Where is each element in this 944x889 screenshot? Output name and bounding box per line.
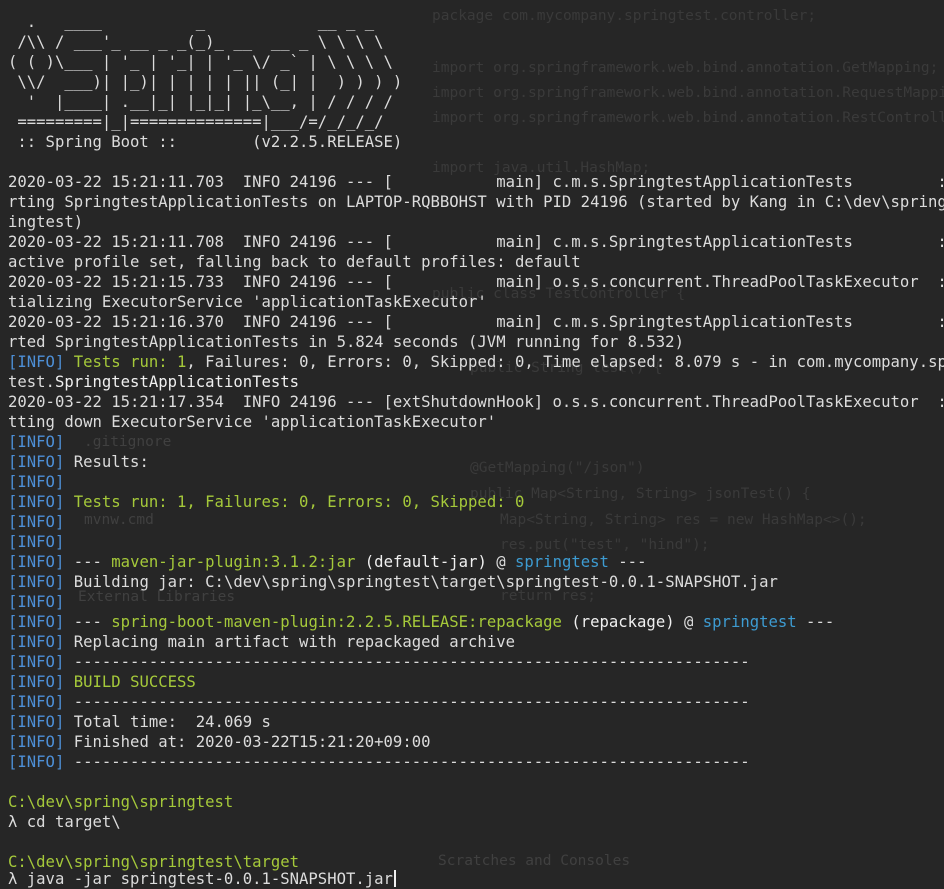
build-success: BUILD SUCCESS: [73, 673, 196, 691]
info-tag: [INFO]: [8, 653, 65, 671]
maven-line: [INFO]: [8, 432, 64, 452]
terminal-output[interactable]: . ____ _ __ _ _ /\\ / ___'_ __ _ _(_)_ _…: [0, 0, 944, 889]
at-sign: @: [674, 613, 703, 631]
dashes: ---: [608, 553, 647, 571]
info-tag: [INFO]: [8, 493, 65, 511]
info-tag: [INFO]: [8, 733, 65, 751]
tests-run-label: Tests run:: [73, 353, 178, 371]
maven-line: [INFO] Building jar: C:\dev\spring\sprin…: [8, 572, 778, 592]
plugin-goal: (default-jar): [355, 553, 487, 571]
maven-line: [INFO] Replacing main artifact with repa…: [8, 632, 515, 652]
tests-package: test.: [8, 373, 55, 391]
at-sign: @: [486, 553, 516, 571]
info-tag: [INFO]: [8, 593, 65, 611]
command-input[interactable]: λ java -jar springtest-0.0.1-SNAPSHOT.ja…: [8, 870, 393, 888]
info-tag: [INFO]: [8, 453, 65, 471]
maven-line: [INFO]: [8, 472, 64, 492]
log-line: 2020-03-22 15:21:15.733 INFO 24196 --- […: [8, 273, 944, 291]
info-tag: [INFO]: [8, 353, 65, 371]
info-tag: [INFO]: [8, 553, 65, 571]
finished-at: Finished at: 2020-03-22T15:21:20+09:00: [64, 733, 431, 751]
tests-run-detail: , Failures: 0, Errors: 0, Skipped: 0, Ti…: [186, 353, 944, 371]
log-line: rting SpringtestApplicationTests on LAPT…: [8, 193, 944, 211]
maven-line: [INFO] Tests run: 1, Failures: 0, Errors…: [8, 492, 524, 512]
total-time: Total time: 24.069 s: [64, 713, 271, 731]
maven-line: [INFO] ---------------------------------…: [8, 652, 750, 672]
spring-banner-line: . ____ _ __ _ _: [8, 13, 375, 31]
project-name: springtest: [515, 553, 609, 571]
maven-line: [INFO]: [8, 512, 64, 532]
maven-line: [INFO] Finished at: 2020-03-22T15:21:20+…: [8, 732, 431, 752]
tests-class: SpringtestApplicationTests: [54, 373, 300, 391]
maven-line: [INFO] ---------------------------------…: [8, 692, 750, 712]
info-tag: [INFO]: [8, 433, 65, 451]
results-label: Results:: [64, 453, 149, 471]
tests-run-count: 1: [177, 353, 187, 371]
log-line: tializing ExecutorService 'applicationTa…: [8, 293, 487, 311]
plugin-goal: (repackage): [561, 613, 675, 631]
separator: ----------------------------------------…: [64, 753, 750, 771]
spring-banner-line: /\\ / ___'_ __ _ _(_)_ __ __ _ \ \ \ \: [8, 33, 384, 51]
plugin-name: maven-jar-plugin:3.1.2:jar: [111, 553, 356, 571]
log-line: active profile set, falling back to defa…: [8, 253, 581, 271]
dashes: ---: [64, 553, 112, 571]
log-line: 2020-03-22 15:21:16.370 INFO 24196 --- […: [8, 313, 944, 331]
maven-line: [INFO] Results:: [8, 452, 149, 472]
log-line: 2020-03-22 15:21:11.708 INFO 24196 --- […: [8, 233, 944, 251]
dashes: ---: [64, 613, 112, 631]
spring-boot-version: :: Spring Boot :: (v2.2.5.RELEASE): [8, 133, 403, 151]
info-tag: [INFO]: [8, 573, 65, 591]
spring-banner-line: ( ( )\___ | '_ | '_| | '_ \/ _` | \ \ \ …: [8, 53, 393, 71]
info-tag: [INFO]: [8, 713, 65, 731]
info-tag: [INFO]: [8, 473, 65, 491]
log-line: 2020-03-22 15:21:11.703 INFO 24196 --- […: [8, 173, 944, 191]
prompt-path: C:\dev\spring\springtest: [8, 793, 234, 811]
maven-line: [INFO] Total time: 24.069 s: [8, 712, 271, 732]
spring-banner-line: =========|_|==============|___/=/_/_/_/: [8, 113, 384, 131]
maven-line: [INFO]: [8, 532, 64, 552]
maven-plugin-line: [INFO] --- spring-boot-maven-plugin:2.2.…: [8, 612, 834, 632]
maven-line: [INFO] BUILD SUCCESS: [8, 672, 196, 692]
info-tag: [INFO]: [8, 613, 65, 631]
spring-banner-line: \\/ ___)| |_)| | | | | || (_| | ) ) ) ): [8, 73, 403, 91]
maven-line: [INFO]: [8, 592, 64, 612]
project-name: springtest: [702, 613, 797, 631]
info-tag: [INFO]: [8, 533, 65, 551]
log-line: tting down ExecutorService 'applicationT…: [8, 413, 497, 431]
dashes: ---: [796, 613, 835, 631]
plugin-name: spring-boot-maven-plugin:2.2.5.RELEASE:r…: [111, 613, 562, 631]
replacing-artifact: Replacing main artifact with repackaged …: [64, 633, 515, 651]
spring-banner-line: ' |____| .__|_| |_|_| |_\__, | / / / /: [8, 93, 393, 111]
prompt-command: λ cd target\: [8, 813, 121, 831]
maven-line: [INFO] ---------------------------------…: [8, 752, 750, 772]
command-input-line[interactable]: λ java -jar springtest-0.0.1-SNAPSHOT.ja…: [8, 869, 396, 889]
info-tag: [INFO]: [8, 693, 65, 711]
info-tag: [INFO]: [8, 673, 65, 691]
log-line: 2020-03-22 15:21:17.354 INFO 24196 --- […: [8, 393, 944, 411]
tests-run-line-cont: test.SpringtestApplicationTests: [8, 372, 299, 392]
info-tag: [INFO]: [8, 513, 65, 531]
text-cursor: [393, 870, 396, 887]
separator: ----------------------------------------…: [64, 693, 750, 711]
maven-plugin-line: [INFO] --- maven-jar-plugin:3.1.2:jar (d…: [8, 552, 646, 572]
info-tag: [INFO]: [8, 753, 65, 771]
info-tag: [INFO]: [8, 633, 65, 651]
tests-summary: Tests run: 1, Failures: 0, Errors: 0, Sk…: [73, 493, 525, 511]
separator: ----------------------------------------…: [64, 653, 750, 671]
tests-run-line: [INFO] Tests run: 1, Failures: 0, Errors…: [8, 352, 944, 372]
building-jar: Building jar: C:\dev\spring\springtest\t…: [64, 573, 778, 591]
log-line: ingtest): [8, 213, 84, 231]
log-line: rted SpringtestApplicationTests in 5.824…: [8, 333, 684, 351]
